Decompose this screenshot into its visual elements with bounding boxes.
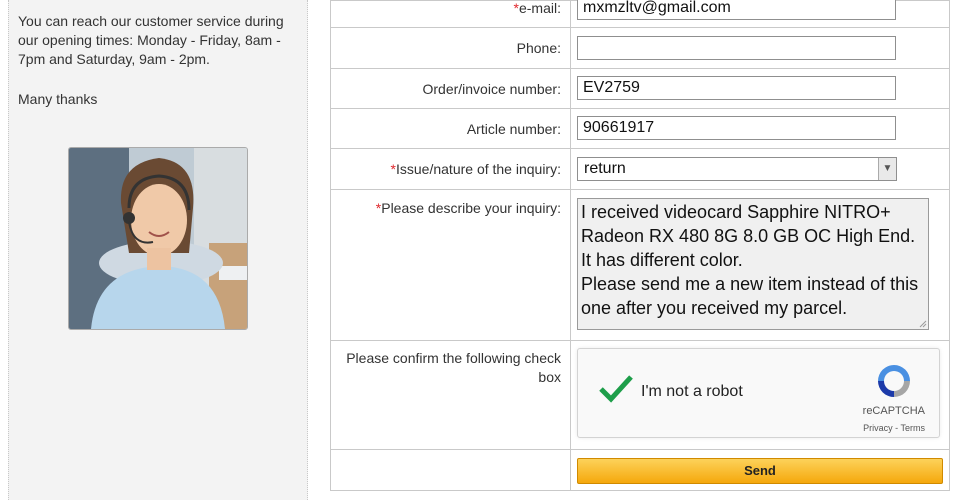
issue-label: *Issue/nature of the inquiry:	[390, 161, 561, 177]
recaptcha-privacy-terms[interactable]: Privacy - Terms	[863, 423, 925, 433]
recaptcha-widget: I'm not a robot reCAPTCHA Privacy - Term…	[577, 348, 940, 438]
order-number-label: Order/invoice number:	[422, 81, 561, 97]
phone-label: Phone:	[516, 40, 561, 56]
recaptcha-brand: reCAPTCHA	[862, 405, 925, 417]
checkmark-icon[interactable]	[598, 374, 634, 404]
resize-grip-icon[interactable]	[919, 320, 927, 328]
phone-row: Phone:	[331, 28, 949, 69]
phone-field[interactable]	[577, 36, 896, 60]
order-number-row: Order/invoice number: EV2759	[331, 69, 949, 109]
send-button[interactable]: Send	[577, 458, 943, 484]
inquiry-form: *e-mail: mxmzltv@gmail.com Phone: Order/…	[330, 0, 950, 491]
sidebar: You can reach our customer service durin…	[8, 0, 308, 500]
article-number-row: Article number: 90661917	[331, 109, 949, 149]
inquiry-label: *Please describe your inquiry:	[375, 200, 561, 216]
customer-service-agent-photo	[68, 147, 248, 330]
customer-service-hours: You can reach our customer service durin…	[18, 13, 284, 67]
email-field[interactable]: mxmzltv@gmail.com	[577, 0, 896, 20]
captcha-label: I'm not a robot	[641, 383, 743, 400]
thanks-text: Many thanks	[18, 91, 98, 107]
article-number-field[interactable]: 90661917	[577, 116, 896, 140]
email-row: *e-mail: mxmzltv@gmail.com	[331, 0, 949, 28]
chevron-down-icon[interactable]: ▼	[878, 158, 896, 180]
article-number-label: Article number:	[466, 121, 561, 137]
email-label: *e-mail:	[513, 0, 561, 16]
inquiry-textarea[interactable]: I received videocard Sapphire NITRO+ Rad…	[577, 198, 929, 330]
issue-select[interactable]: return ▼	[577, 157, 897, 181]
issue-selected-value: return	[584, 160, 626, 177]
recaptcha-logo-icon	[878, 365, 910, 397]
order-number-field[interactable]: EV2759	[577, 76, 896, 100]
confirm-label: Please confirm the following check box	[346, 350, 561, 385]
